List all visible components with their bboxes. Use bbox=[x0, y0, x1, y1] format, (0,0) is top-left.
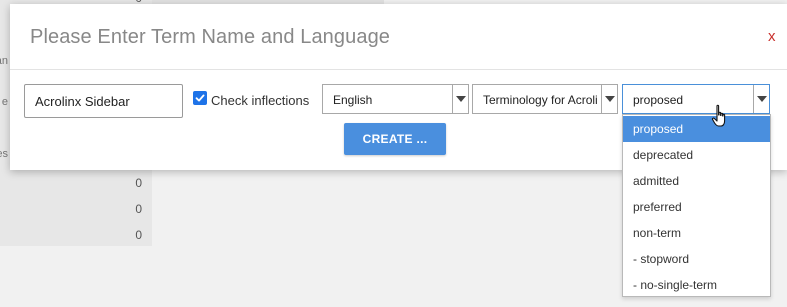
background-count: 0 bbox=[135, 202, 142, 216]
status-select[interactable]: proposed bbox=[622, 84, 770, 114]
chevron-down-icon[interactable] bbox=[601, 85, 617, 113]
dropdown-option-stopword[interactable]: - stopword bbox=[623, 246, 770, 272]
close-icon[interactable]: x bbox=[768, 28, 776, 45]
check-inflections-checkbox[interactable] bbox=[193, 91, 207, 105]
terminology-select-value: Terminology for Acrolinx bbox=[483, 93, 597, 107]
status-dropdown-list: proposed deprecated admitted preferred n… bbox=[622, 114, 771, 297]
dialog-header: Please Enter Term Name and Language x bbox=[10, 4, 787, 70]
hand-pointer-icon bbox=[711, 104, 726, 127]
background-count: 0 bbox=[135, 176, 142, 190]
check-icon bbox=[195, 94, 205, 102]
chevron-down-icon[interactable] bbox=[753, 85, 769, 113]
background-edge-label: es bbox=[0, 148, 8, 160]
background-edge-label: e bbox=[1, 96, 8, 108]
dropdown-option-deprecated[interactable]: deprecated bbox=[623, 142, 770, 168]
term-name-input[interactable] bbox=[24, 84, 183, 118]
dropdown-option-no-single-term[interactable]: - no-single-term bbox=[623, 272, 770, 298]
status-select-value: proposed bbox=[633, 93, 684, 107]
language-select-value: English bbox=[333, 93, 373, 107]
background-count: 0 bbox=[135, 228, 142, 242]
terminology-select[interactable]: Terminology for Acrolinx bbox=[472, 84, 618, 114]
dropdown-option-non-term[interactable]: non-term bbox=[623, 220, 770, 246]
dropdown-option-preferred[interactable]: preferred bbox=[623, 194, 770, 220]
check-inflections-label[interactable]: Check inflections bbox=[211, 93, 309, 108]
create-button[interactable]: CREATE ... bbox=[344, 123, 446, 155]
chevron-down-icon[interactable] bbox=[452, 85, 468, 113]
background-edge-label: an bbox=[0, 55, 8, 67]
dialog-title: Please Enter Term Name and Language bbox=[30, 26, 391, 48]
dropdown-option-admitted[interactable]: admitted bbox=[623, 168, 770, 194]
language-select[interactable]: English bbox=[322, 84, 469, 114]
dropdown-option-proposed[interactable]: proposed bbox=[623, 116, 770, 142]
